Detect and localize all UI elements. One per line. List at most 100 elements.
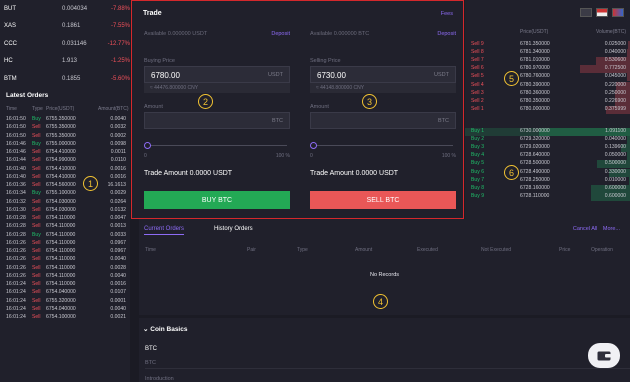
book-level-label: Buy 9 <box>471 192 485 199</box>
latest-order-row: 16:01:50 Sell 6755.350000 0.0032 <box>0 123 130 131</box>
ticker-row[interactable]: HC 1.913 -1.25% <box>0 53 130 71</box>
coin-basics-title[interactable]: ⌄ Coin Basics <box>143 325 187 333</box>
sell-order-row[interactable]: Sell 7 6781.010000 0.530600 <box>465 57 630 66</box>
ticker-change: -5.60% <box>110 75 130 82</box>
buy-slider-handle[interactable] <box>144 142 151 149</box>
latest-order-row: 16:01:26 Sell 6754.110000 0.0028 <box>0 264 130 272</box>
sell-order-row[interactable]: Sell 2 6780.350000 0.226900 <box>465 97 630 106</box>
book-price: 6780.760000 <box>520 73 550 80</box>
latest-order-row: 16:01:24 Sell 6754.040000 0.0107 <box>0 288 130 296</box>
buy-order-row[interactable]: Buy 8 6728.160000 0.600000 <box>465 184 630 193</box>
ticker-row[interactable]: XAS 0.1861 -7.55% <box>0 18 130 36</box>
sell-deposit-link[interactable]: Deposit <box>437 31 456 37</box>
order-price: 6754.110000 <box>46 248 76 255</box>
sell-percent-slider[interactable] <box>310 141 456 151</box>
sell-order-row[interactable]: Sell 6 6780.970000 0.772500 <box>465 65 630 74</box>
order-amount: 0.0028 <box>110 264 126 271</box>
sell-order-row[interactable]: Sell 3 6780.360000 0.250000 <box>465 89 630 98</box>
order-price: 6755.350000 <box>46 124 76 131</box>
book-price: 6780.350000 <box>520 97 550 104</box>
sell-amount-label: Amount <box>310 104 329 110</box>
order-time: 16:01:50 <box>6 132 26 139</box>
sell-order-row[interactable]: Sell 1 6780.000000 0.375999 <box>465 105 630 114</box>
order-time: 16:01:46 <box>6 149 26 156</box>
sell-price-input[interactable]: 6730.00 USDT <box>310 66 456 83</box>
order-type: Buy <box>32 190 41 197</box>
order-time: 16:01:32 <box>6 198 26 205</box>
latest-order-row: 16:01:26 Sell 6754.110000 0.0040 <box>0 255 130 263</box>
order-price: 6754.110000 <box>46 256 76 263</box>
order-type: Sell <box>32 256 41 263</box>
buy-price-value: 6780.00 <box>151 71 180 80</box>
buy-order-row[interactable]: Buy 7 6728.250000 0.010000 <box>465 176 630 185</box>
view-toggle-icon[interactable] <box>580 8 592 17</box>
ticker-pair: BUT <box>4 5 16 12</box>
buy-order-row[interactable]: Buy 2 6729.320000 0.040000 <box>465 136 630 145</box>
trade-title: Trade <box>143 10 162 17</box>
book-price: 6728.640000 <box>520 152 550 159</box>
ticker-change: -7.88% <box>110 5 130 12</box>
buy-order-row[interactable]: Buy 6 6728.490000 0.330000 <box>465 168 630 177</box>
order-time: 16:01:26 <box>6 272 26 279</box>
sell-price-label: Selling Price <box>310 58 341 64</box>
sell-order-row[interactable]: Sell 8 6781.340000 0.040000 <box>465 49 630 58</box>
wallet-button[interactable] <box>588 343 620 368</box>
latest-order-row: 16:01:26 Sell 6754.110000 0.0967 <box>0 247 130 255</box>
latest-order-row: 16:01:40 Sell 6754.410000 0.0016 <box>0 165 130 173</box>
tab-history-orders[interactable]: History Orders <box>214 226 253 232</box>
order-type: Buy <box>32 140 41 147</box>
book-price: 6780.970000 <box>520 65 550 72</box>
buy-order-row[interactable]: Buy 9 6728.110000 0.600000 <box>465 192 630 201</box>
fees-link[interactable]: Fees <box>441 11 453 17</box>
buy-percent-slider[interactable] <box>144 141 290 151</box>
order-time: 16:01:26 <box>6 256 26 263</box>
coin-basics-label: Coin Basics <box>150 326 188 333</box>
buy-order-row[interactable]: Buy 1 6730.000000 1.091100 <box>465 128 630 137</box>
order-time: 16:01:26 <box>6 239 26 246</box>
book-volume: 0.050000 <box>604 152 626 159</box>
book-level-label: Sell 2 <box>471 97 484 104</box>
sell-order-row[interactable]: Sell 5 6780.760000 0.045000 <box>465 73 630 82</box>
flag-icon[interactable] <box>596 8 608 17</box>
book-volume: 0.040000 <box>604 136 626 143</box>
ticker-change: -12.77% <box>107 40 130 47</box>
order-type: Sell <box>32 215 41 222</box>
language-flags <box>580 8 624 17</box>
cancel-all-link[interactable]: Cancel All <box>573 226 597 232</box>
order-price: 6754.110000 <box>46 281 76 288</box>
book-level-label: Buy 3 <box>471 144 485 151</box>
order-amount: 0.0001 <box>110 297 126 304</box>
marker-badge: 5 <box>504 71 519 86</box>
buy-order-row[interactable]: Buy 5 6728.500000 0.500000 <box>465 160 630 169</box>
buy-amount-input[interactable]: BTC <box>144 112 290 129</box>
buy-available: Available 0.000000 USDT Deposit <box>144 31 290 37</box>
buy-order-row[interactable]: Buy 3 6729.020000 0.139600 <box>465 144 630 153</box>
more-link[interactable]: More... <box>603 226 620 232</box>
ticker-row[interactable]: BUT 0.004034 -7.88% <box>0 0 130 18</box>
sell-button[interactable]: SELL BTC <box>310 191 456 209</box>
buy-percent-scale: 0 100 % <box>144 153 290 159</box>
book-volume: 0.530600 <box>604 57 626 64</box>
ticker-row[interactable]: CCC 0.031146 -12.77% <box>0 35 130 53</box>
sell-slider-handle[interactable] <box>310 142 317 149</box>
buy-button[interactable]: BUY BTC <box>144 191 290 209</box>
wallet-icon <box>597 351 611 361</box>
ticker-change: -1.25% <box>110 58 130 65</box>
buy-deposit-link[interactable]: Deposit <box>271 31 290 37</box>
sell-amount-input[interactable]: BTC <box>310 112 456 129</box>
order-price: 6754.110000 <box>46 272 76 279</box>
sell-trade-amount: Trade Amount 0.0000 USDT <box>310 170 399 177</box>
order-price: 6754.110000 <box>46 239 76 246</box>
flag-icon-2[interactable] <box>612 8 624 17</box>
orders-col-price: Price <box>559 247 571 253</box>
sell-slider-track <box>313 145 453 146</box>
book-level-label: Sell 9 <box>471 41 484 47</box>
sell-order-row[interactable]: Sell 4 6780.390000 0.220000 <box>465 81 630 90</box>
buy-order-row[interactable]: Buy 4 6728.640000 0.050000 <box>465 152 630 161</box>
sell-order-row[interactable]: Sell 9 6781.350000 0.025000 <box>465 41 630 50</box>
buy-price-input[interactable]: 6780.00 USDT <box>144 66 290 83</box>
ticker-row[interactable]: BTM 0.1855 -5.60% <box>0 70 130 88</box>
latest-order-row: 16:01:50 Buy 6755.350000 0.0040 <box>0 115 130 123</box>
order-type: Sell <box>32 165 41 172</box>
tab-current-orders[interactable]: Current Orders <box>144 226 185 235</box>
